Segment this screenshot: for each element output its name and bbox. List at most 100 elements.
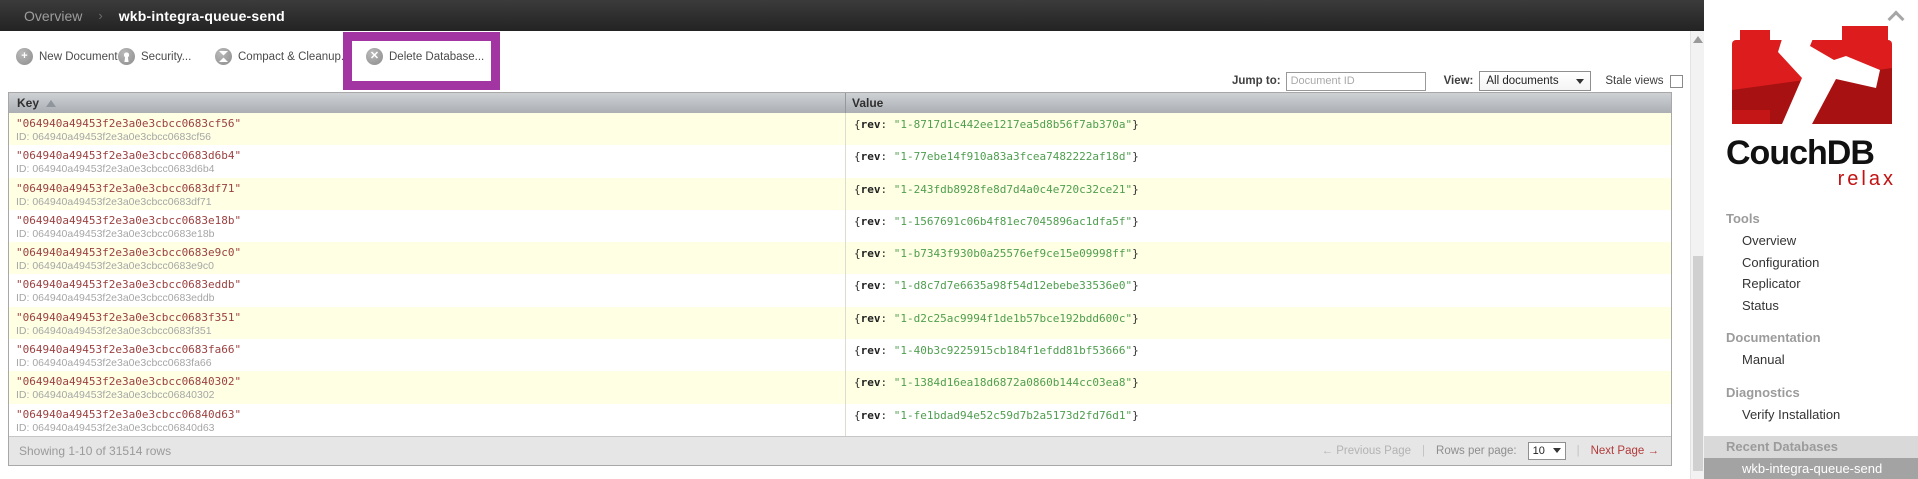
document-id: ID: 064940a49453f2e3a0e3cbcc06840302 [16, 389, 215, 402]
sidebar-item-manual[interactable]: Manual [1704, 349, 1918, 371]
table-row[interactable]: "064940a49453f2e3a0e3cbcc0683eddb" ID: 06… [9, 274, 1671, 307]
jump-to-document-id-input[interactable] [1285, 71, 1426, 91]
document-id: ID: 064940a49453f2e3a0e3cbcc0683df71 [16, 195, 212, 208]
table-row[interactable]: "064940a49453f2e3a0e3cbcc0683d6b4" ID: 06… [9, 145, 1671, 178]
sidebar-item-wkb-integra-queue-send[interactable]: wkb-integra-queue-send [1704, 458, 1918, 479]
delete-database-button[interactable]: ✕ Delete Database... [366, 48, 484, 65]
sort-ascending-icon [46, 99, 57, 107]
document-id: ID: 064940a49453f2e3a0e3cbcc0683e9c0 [16, 260, 214, 273]
row-count-status: Showing 1-10 of 31514 rows [19, 443, 172, 458]
document-value: {rev: "1-243fdb8928fe8d7d4a0c4e720c32ce2… [845, 177, 1671, 210]
sidebar-item-overview[interactable]: Overview [1704, 230, 1918, 252]
logo-title: CouchDB [1726, 134, 1875, 172]
document-key-link[interactable]: "064940a49453f2e3a0e3cbcc06840d63" [16, 408, 845, 421]
compact-circle-icon [215, 48, 232, 65]
document-key-link[interactable]: "064940a49453f2e3a0e3cbcc0683e18b" [16, 214, 845, 227]
vertical-scrollbar[interactable] [1690, 31, 1704, 479]
table-row[interactable]: "064940a49453f2e3a0e3cbcc0683e18b" ID: 06… [9, 209, 1671, 243]
document-value: {rev: "1-d8c7d7e6635a98f54d12ebebe33536e… [845, 274, 1671, 307]
breadcrumb-separator-icon: › [98, 8, 103, 23]
revision-value: "1-40b3c9225915cb184f1efdd81bf53666" [893, 344, 1133, 358]
compact-cleanup-label: Compact & Cleanup... [238, 50, 351, 63]
view-label: View: [1443, 75, 1474, 87]
table-row[interactable]: "064940a49453f2e3a0e3cbcc06840302" ID: 06… [9, 371, 1671, 404]
chevron-down-icon [1552, 448, 1561, 454]
value-column-header: Value [845, 93, 1671, 113]
table-row[interactable]: "064940a49453f2e3a0e3cbcc0683cf56" ID: 06… [9, 113, 1671, 146]
nav-title-tools: Tools [1726, 211, 1760, 226]
key-column-header[interactable]: Key [9, 93, 845, 113]
rows-per-page-select[interactable]: 10 [1527, 441, 1566, 460]
delete-database-label: Delete Database... [389, 50, 485, 63]
rows-per-page-label: Rows per page: [1436, 444, 1517, 457]
table-row[interactable]: "064940a49453f2e3a0e3cbcc0683fa66" ID: 06… [9, 339, 1671, 372]
rows-per-page-value: 10 [1532, 444, 1545, 457]
security-button[interactable]: Security... [118, 48, 191, 65]
main-content: Overview › wkb-integra-queue-send + New … [0, 0, 1704, 479]
document-key-link[interactable]: "064940a49453f2e3a0e3cbcc0683e9c0" [16, 246, 845, 259]
table-header-row: Key Value [9, 93, 1671, 113]
revision-value: "1-243fdb8928fe8d7d4a0c4e720c32ce21" [893, 182, 1133, 196]
revision-value: "1-b7343f930b0a25576ef9ce15e09998ff" [893, 247, 1133, 261]
document-key-link[interactable]: "064940a49453f2e3a0e3cbcc0683d6b4" [16, 149, 845, 162]
document-value: {rev: "1-b7343f930b0a25576ef9ce15e09998f… [845, 242, 1671, 275]
breadcrumb-overview-link[interactable]: Overview [24, 8, 82, 24]
revision-value: "1-1384d16ea18d6872a0860b144cc03ea8" [893, 376, 1133, 390]
view-select-value: All documents [1486, 75, 1559, 87]
document-id: ID: 064940a49453f2e3a0e3cbcc06840d63 [16, 421, 215, 434]
sidebar-item-verify-installation[interactable]: Verify Installation [1704, 404, 1918, 426]
nav-section-recent-databases: Recent Databases wkb-integra-queue-send [1704, 436, 1918, 479]
table-row[interactable]: "064940a49453f2e3a0e3cbcc0683e9c0" ID: 06… [9, 242, 1671, 275]
couchdb-logo[interactable]: CouchDB relax [1726, 26, 1898, 191]
document-value: {rev: "1-1384d16ea18d6872a0860b144cc03ea… [845, 371, 1671, 404]
document-id: ID: 064940a49453f2e3a0e3cbcc0683d6b4 [16, 163, 215, 176]
nav-title-recent-databases: Recent Databases [1704, 436, 1918, 458]
document-value: {rev: "1-d2c25ac9994f1de1b57bce192bdd600… [845, 306, 1671, 340]
new-document-button[interactable]: + New Document [16, 48, 118, 65]
scrollbar-thumb[interactable] [1693, 256, 1703, 471]
document-key-link[interactable]: "064940a49453f2e3a0e3cbcc06840302" [16, 375, 845, 388]
new-document-label: New Document [39, 50, 118, 63]
scrollbar-up-icon[interactable] [1691, 36, 1705, 43]
document-key-link[interactable]: "064940a49453f2e3a0e3cbcc0683cf56" [16, 117, 845, 130]
document-id: ID: 064940a49453f2e3a0e3cbcc0683e18b [16, 227, 215, 240]
document-key-link[interactable]: "064940a49453f2e3a0e3cbcc0683fa66" [16, 343, 845, 356]
compact-cleanup-button[interactable]: Compact & Cleanup... [215, 48, 351, 65]
sidebar-item-configuration[interactable]: Configuration [1704, 252, 1918, 274]
security-label: Security... [141, 50, 192, 63]
next-page-button[interactable]: Next Page → [1591, 445, 1659, 457]
document-value: {rev: "1-40b3c9225915cb184f1efdd81bf5366… [845, 339, 1671, 372]
breadcrumb: Overview › wkb-integra-queue-send [0, 0, 1704, 31]
jump-to-label: Jump to: [1232, 75, 1281, 87]
futon-app: Overview › wkb-integra-queue-send + New … [0, 0, 1918, 479]
pager-divider: | [1576, 444, 1580, 457]
revision-value: "1-fe1bdad94e52c59d7b2a5173d2fd76d1" [893, 408, 1133, 422]
chevron-up-icon[interactable] [1889, 10, 1902, 23]
chevron-down-icon [1576, 78, 1585, 84]
stale-views-checkbox[interactable] [1669, 74, 1683, 88]
document-id: ID: 064940a49453f2e3a0e3cbcc0683cf56 [16, 131, 211, 143]
document-id: ID: 064940a49453f2e3a0e3cbcc0683fa66 [16, 357, 212, 370]
sidebar-item-status[interactable]: Status [1704, 295, 1918, 317]
sidebar-item-replicator[interactable]: Replicator [1704, 273, 1918, 295]
nav-section-tools: Tools Overview Configuration Replicator … [1704, 208, 1918, 316]
view-select[interactable]: All documents [1479, 71, 1592, 91]
revision-value: "1-77ebe14f910a83a3fcea7482222af18d" [893, 150, 1133, 164]
document-key-link[interactable]: "064940a49453f2e3a0e3cbcc0683eddb" [16, 278, 845, 291]
table-row[interactable]: "064940a49453f2e3a0e3cbcc06840d63" ID: 06… [9, 403, 1671, 436]
document-key-link[interactable]: "064940a49453f2e3a0e3cbcc0683df71" [16, 182, 845, 195]
document-id: ID: 064940a49453f2e3a0e3cbcc0683f351 [16, 324, 212, 337]
sidebar: CouchDB relax Tools Overview Configurati… [1704, 0, 1918, 479]
nav-title-diagnostics: Diagnostics [1726, 384, 1800, 400]
table-row[interactable]: "064940a49453f2e3a0e3cbcc0683df71" ID: 06… [9, 177, 1671, 210]
table-footer: Showing 1-10 of 31514 rows ← Previous Pa… [9, 435, 1671, 465]
value-header-label: Value [852, 96, 884, 110]
revision-value: "1-8717d1c442ee1217ea5d8b56f7ab370a" [893, 118, 1133, 131]
previous-page-button: ← Previous Page [1321, 444, 1412, 457]
table-row[interactable]: "064940a49453f2e3a0e3cbcc0683f351" ID: 06… [9, 306, 1671, 340]
document-value: {rev: "1-8717d1c442ee1217ea5d8b56f7ab370… [845, 113, 1671, 146]
nav-title-documentation: Documentation [1726, 330, 1821, 345]
revision-value: "1-1567691c06b4f81ec7045896ac1dfa5f" [893, 214, 1133, 228]
document-key-link[interactable]: "064940a49453f2e3a0e3cbcc0683f351" [16, 311, 845, 324]
document-id: ID: 064940a49453f2e3a0e3cbcc0683eddb [16, 292, 215, 305]
